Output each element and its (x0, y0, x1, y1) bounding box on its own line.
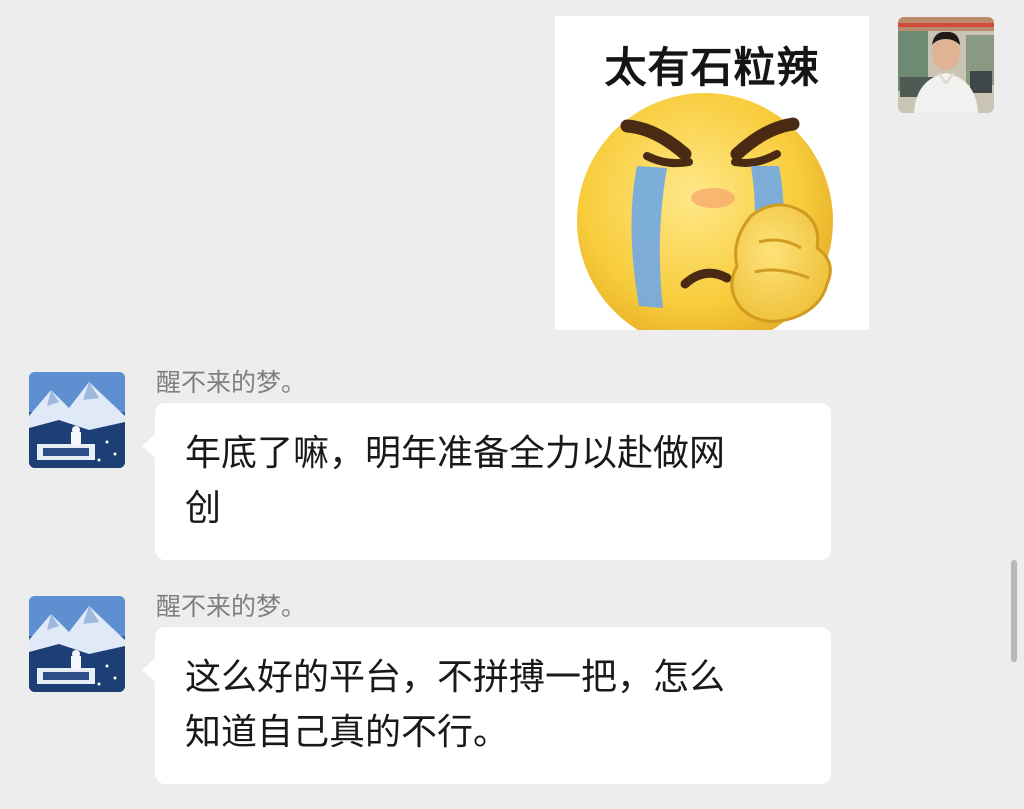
sender-name: 醒不来的梦。 (156, 368, 307, 397)
message-bubble[interactable]: 这么好的平台，不拼搏一把，怎么 知道自己真的不行。 (142, 627, 831, 784)
message-text-line: 创 (185, 488, 222, 529)
avatar-peer[interactable] (29, 372, 125, 468)
sticker-caption: 太有石粒辣 (604, 43, 820, 92)
chat-window: 太有石粒辣 醒不来的梦。 年底了嘛，明年准备全力以赴做网 创 醒不来的梦。 这么… (0, 0, 1024, 809)
message-text-line: 知道自己真的不行。 (185, 712, 510, 753)
self-avatar-photo-icon (898, 17, 994, 113)
mountain-avatar-icon (29, 596, 125, 692)
message-bubble[interactable]: 年底了嘛，明年准备全力以赴做网 创 (142, 403, 831, 560)
scrollbar[interactable] (1011, 560, 1017, 662)
message-text-line: 这么好的平台，不拼搏一把，怎么 (185, 657, 726, 698)
avatar-self[interactable] (898, 17, 994, 113)
sender-name: 醒不来的梦。 (156, 592, 307, 621)
mountain-avatar-icon (29, 372, 125, 468)
avatar-peer[interactable] (29, 596, 125, 692)
sticker-message[interactable]: 太有石粒辣 (555, 16, 869, 330)
message-text-line: 年底了嘛，明年准备全力以赴做网 (185, 433, 726, 474)
